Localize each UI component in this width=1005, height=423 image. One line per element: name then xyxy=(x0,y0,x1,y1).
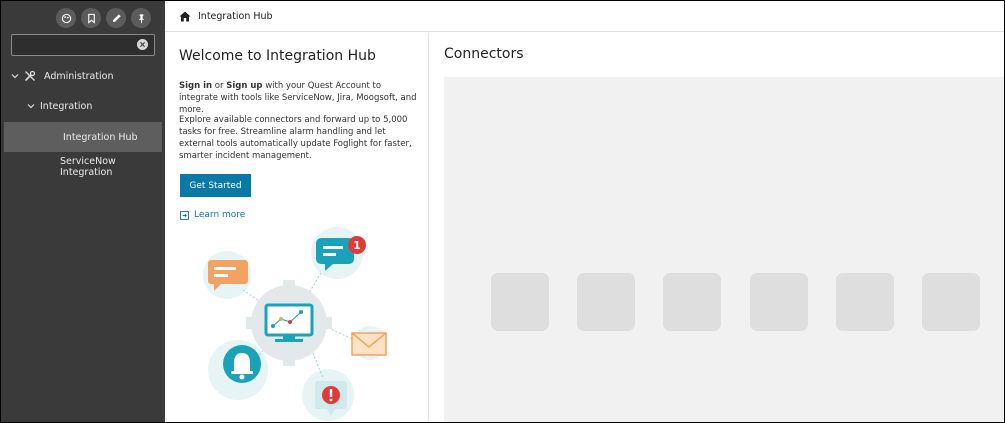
sidebar-item-label: ServiceNow Integration xyxy=(60,156,116,178)
welcome-title: Welcome to Integration Hub xyxy=(179,48,376,64)
sign-up-link[interactable]: Sign up xyxy=(226,81,262,91)
sign-in-link[interactable]: Sign in xyxy=(179,81,212,91)
pencil-icon[interactable] xyxy=(106,8,126,28)
chevron-down-icon xyxy=(27,104,35,109)
home-icon[interactable] xyxy=(179,11,191,22)
breadcrumb: Integration Hub xyxy=(165,1,1004,32)
external-link-icon xyxy=(180,210,189,220)
breadcrumb-label: Integration Hub xyxy=(198,10,273,22)
tools-icon xyxy=(24,70,36,82)
notification-count: 1 xyxy=(353,239,361,252)
sidebar-item-label: Integration Hub xyxy=(63,131,138,143)
monitor-icon xyxy=(264,303,314,342)
integration-illustration: 1 xyxy=(203,227,387,421)
welcome-intro-text: Sign in or Sign up with your Quest Accou… xyxy=(179,80,419,116)
or-text: or xyxy=(212,81,227,91)
sidebar: Administration Integration Integration H… xyxy=(1,1,165,422)
get-started-button[interactable]: Get Started xyxy=(180,174,251,197)
sidebar-item-administration[interactable]: Administration xyxy=(1,61,164,91)
sidebar-item-integration-hub[interactable]: Integration Hub xyxy=(4,122,162,152)
clear-search-icon[interactable] xyxy=(137,39,148,50)
chevron-down-icon xyxy=(11,74,19,79)
connector-placeholder xyxy=(750,273,808,331)
pin-icon[interactable] xyxy=(131,8,151,28)
connector-placeholder xyxy=(836,273,894,331)
connector-placeholder xyxy=(922,273,980,331)
welcome-panel: Welcome to Integration Hub Sign in or Si… xyxy=(165,33,429,422)
palette-icon[interactable] xyxy=(56,8,76,28)
sidebar-item-label: Administration xyxy=(44,70,114,82)
sidebar-item-servicenow-integration[interactable]: ServiceNow Integration xyxy=(1,152,164,182)
connectors-title: Connectors xyxy=(444,46,524,62)
sidebar-toolbar xyxy=(56,8,151,28)
bell-icon xyxy=(223,345,261,383)
connector-placeholder xyxy=(663,273,721,331)
envelope-icon xyxy=(351,332,387,356)
connector-placeholder xyxy=(491,273,549,331)
sidebar-search xyxy=(11,34,155,58)
connector-placeholder xyxy=(577,273,635,331)
search-input[interactable] xyxy=(12,37,130,58)
welcome-description: Explore available connectors and forward… xyxy=(179,115,412,161)
sidebar-item-label: Integration xyxy=(40,100,93,112)
sidebar-item-integration[interactable]: Integration xyxy=(1,91,164,121)
connectors-panel xyxy=(444,77,1004,422)
bookmark-icon[interactable] xyxy=(81,8,101,28)
